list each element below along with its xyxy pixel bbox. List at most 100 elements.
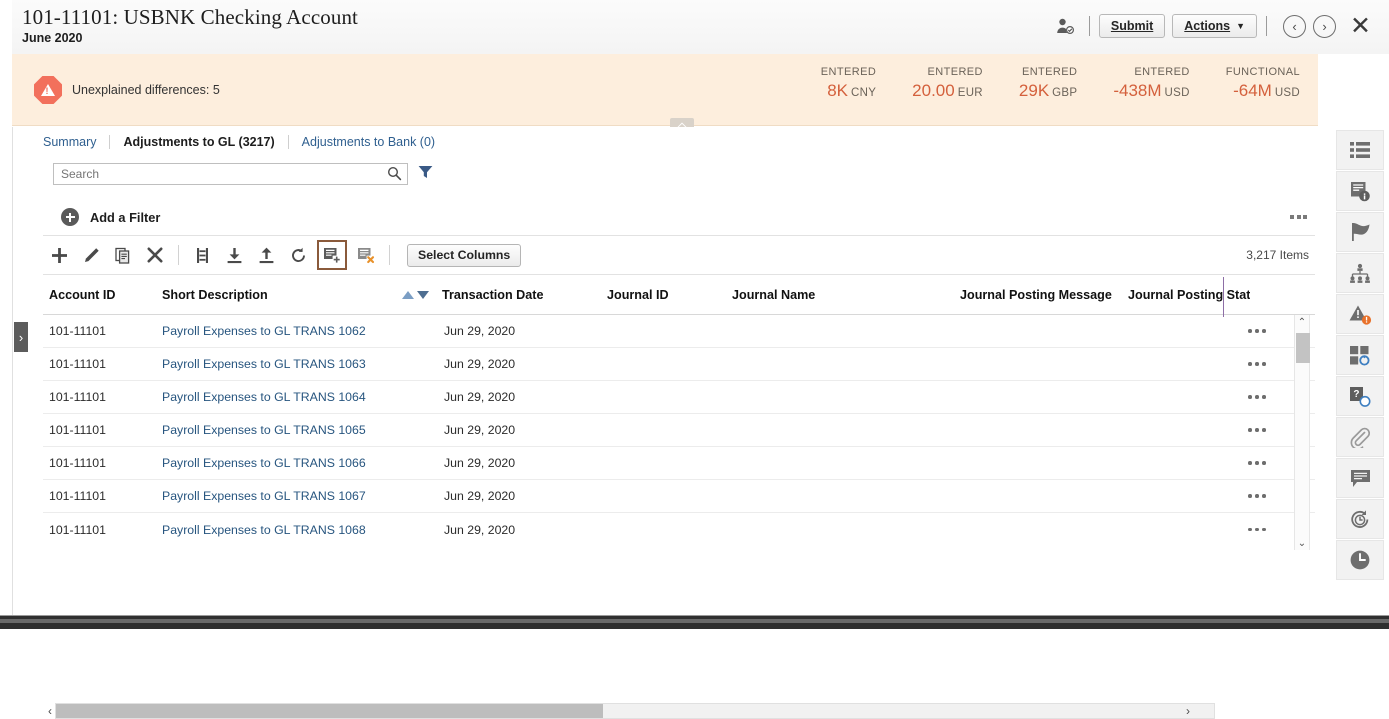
sort-ascending-icon[interactable] <box>402 290 414 299</box>
table-row[interactable]: 101-11101 Payroll Expenses to GL TRANS 1… <box>43 414 1315 447</box>
comment-icon[interactable] <box>1336 458 1384 498</box>
download-icon[interactable] <box>220 242 248 268</box>
row-actions-icon[interactable] <box>1248 362 1266 366</box>
search-bar <box>53 163 433 185</box>
duplicate-icon[interactable] <box>109 242 137 268</box>
history-refresh-icon[interactable] <box>1336 499 1384 539</box>
cell-short-description-link[interactable]: Payroll Expenses to GL TRANS 1062 <box>156 324 402 338</box>
column-header-journal-id[interactable]: Journal ID <box>601 288 726 302</box>
funnel-icon[interactable] <box>418 165 433 184</box>
search-icon[interactable] <box>387 166 402 186</box>
person-badge-icon[interactable] <box>1052 13 1080 39</box>
table-row[interactable]: 101-11101 Payroll Expenses to GL TRANS 1… <box>43 447 1315 480</box>
page-subtitle: June 2020 <box>22 31 83 45</box>
cell-account-id: 101-11101 <box>49 324 106 338</box>
cell-transaction-date: Jun 29, 2020 <box>444 489 516 503</box>
row-actions-icon[interactable] <box>1248 461 1266 465</box>
table-row[interactable]: 101-11101 Payroll Expenses to GL TRANS 1… <box>43 381 1315 414</box>
column-header-journal-name[interactable]: Journal Name <box>726 288 954 302</box>
kpi-value-group: -64M USD <box>1226 81 1300 101</box>
scroll-right-button[interactable]: › <box>1181 703 1195 719</box>
scroll-down-button[interactable]: ⌄ <box>1295 536 1309 550</box>
column-header-short-description[interactable]: Short Description <box>156 288 402 302</box>
tab-summary[interactable]: Summary <box>43 135 109 149</box>
expand-chevron-right-icon[interactable]: › <box>14 322 28 352</box>
page-header: 101-11101: USBNK Checking Account June 2… <box>12 0 1389 54</box>
row-actions-icon[interactable] <box>1248 395 1266 399</box>
add-filter-button[interactable]: Add a Filter <box>61 208 160 226</box>
table-row[interactable]: 101-11101 Payroll Expenses to GL TRANS 1… <box>43 348 1315 381</box>
filter-bar: Add a Filter <box>43 199 1315 236</box>
column-header-account-id[interactable]: Account ID <box>43 288 156 302</box>
search-field-wrapper <box>53 163 408 185</box>
left-gutter <box>0 0 12 615</box>
grid-vertical-scrollbar[interactable]: ⌃ ⌄ <box>1294 315 1310 550</box>
cell-short-description-link[interactable]: Payroll Expenses to GL TRANS 1068 <box>156 523 402 537</box>
kpi-currency: EUR <box>957 87 983 99</box>
cell-short-description-link[interactable]: Payroll Expenses to GL TRANS 1066 <box>156 456 402 470</box>
vertical-scroll-thumb[interactable] <box>1296 333 1310 363</box>
kpi-value: -64M <box>1233 81 1272 100</box>
alert-warning-icon[interactable] <box>1336 294 1384 334</box>
next-record-button[interactable]: › <box>1313 14 1337 38</box>
split-icon[interactable] <box>188 242 216 268</box>
close-button[interactable]: ✕ <box>1350 14 1371 39</box>
sort-descending-icon[interactable] <box>417 290 429 299</box>
header-divider <box>1088 16 1090 36</box>
row-actions-icon[interactable] <box>1248 527 1266 532</box>
org-chart-icon[interactable] <box>1336 253 1384 293</box>
list-icon[interactable] <box>1336 130 1384 170</box>
submit-button[interactable]: Submit <box>1098 14 1166 38</box>
add-to-list-icon[interactable] <box>317 240 347 270</box>
cell-short-description-link[interactable]: Payroll Expenses to GL TRANS 1064 <box>156 390 402 404</box>
row-actions-icon[interactable] <box>1248 428 1266 432</box>
table-row[interactable]: 101-11101 Payroll Expenses to GL TRANS 1… <box>43 315 1315 348</box>
content-panel: Summary Adjustments to GL (3217) Adjustm… <box>12 127 1318 719</box>
edit-pencil-icon[interactable] <box>77 242 105 268</box>
application-window: 101-11101: USBNK Checking Account June 2… <box>0 0 1389 719</box>
tab-adjustments-to-gl[interactable]: Adjustments to GL (3217) <box>110 135 287 149</box>
remove-from-list-icon[interactable] <box>352 242 380 268</box>
kpi-value: 29K <box>1018 81 1050 100</box>
kpi-value-group: -438M USD <box>1113 81 1189 101</box>
delete-x-icon[interactable] <box>141 242 169 268</box>
previous-record-button[interactable]: ‹ <box>1283 14 1307 38</box>
clock-icon[interactable] <box>1336 540 1384 580</box>
search-input[interactable] <box>53 163 408 185</box>
tab-adjustments-to-bank[interactable]: Adjustments to Bank (0) <box>289 135 448 149</box>
dashboard-grid-icon[interactable] <box>1336 335 1384 375</box>
cell-account-id: 101-11101 <box>49 423 106 437</box>
scroll-up-button[interactable]: ⌃ <box>1295 315 1309 329</box>
sort-indicator[interactable] <box>402 290 429 299</box>
row-actions-icon[interactable] <box>1248 494 1266 498</box>
column-header-journal-posting-status[interactable]: Journal Posting Statu <box>1122 288 1250 302</box>
row-actions-icon[interactable] <box>1248 329 1266 333</box>
add-icon[interactable] <box>45 242 73 268</box>
horizontal-scroll-thumb[interactable] <box>56 704 603 718</box>
cell-short-description-link[interactable]: Payroll Expenses to GL TRANS 1065 <box>156 423 402 437</box>
attachment-paperclip-icon[interactable] <box>1336 417 1384 457</box>
help-question-icon[interactable]: ? <box>1336 376 1384 416</box>
kpi-value-group: 29K GBP <box>1019 81 1077 101</box>
refresh-icon[interactable] <box>284 242 312 268</box>
upload-icon[interactable] <box>252 242 280 268</box>
expand-panel-label: › <box>18 329 24 345</box>
table-row[interactable]: 101-11101 Payroll Expenses to GL TRANS 1… <box>43 513 1315 546</box>
column-header-journal-posting-message[interactable]: Journal Posting Message <box>954 288 1122 302</box>
column-header-transaction-date[interactable]: Transaction Date <box>436 288 601 302</box>
window-bottom-strip <box>0 615 1389 629</box>
page-title-name: USBNK Checking Account <box>123 5 358 29</box>
kpi-summary-group: ENTERED 8K CNY ENTERED 20.00 EUR ENTERED 2… <box>803 66 1318 101</box>
chevron-right-icon: › <box>1322 18 1327 34</box>
table-row[interactable]: 101-11101 Payroll Expenses to GL TRANS 1… <box>43 480 1315 513</box>
select-columns-button[interactable]: Select Columns <box>407 243 522 267</box>
more-options-icon[interactable] <box>1290 215 1307 219</box>
kpi-value: 20.00 <box>912 81 955 100</box>
cell-short-description-link[interactable]: Payroll Expenses to GL TRANS 1067 <box>156 489 402 503</box>
grid-horizontal-scrollbar[interactable] <box>55 703 1215 719</box>
document-info-icon[interactable] <box>1336 171 1384 211</box>
cell-short-description-link[interactable]: Payroll Expenses to GL TRANS 1063 <box>156 357 402 371</box>
actions-menu-button[interactable]: Actions ▼ <box>1172 14 1258 38</box>
flag-icon[interactable] <box>1336 212 1384 252</box>
page-title-account: 101-11101: <box>22 5 119 29</box>
